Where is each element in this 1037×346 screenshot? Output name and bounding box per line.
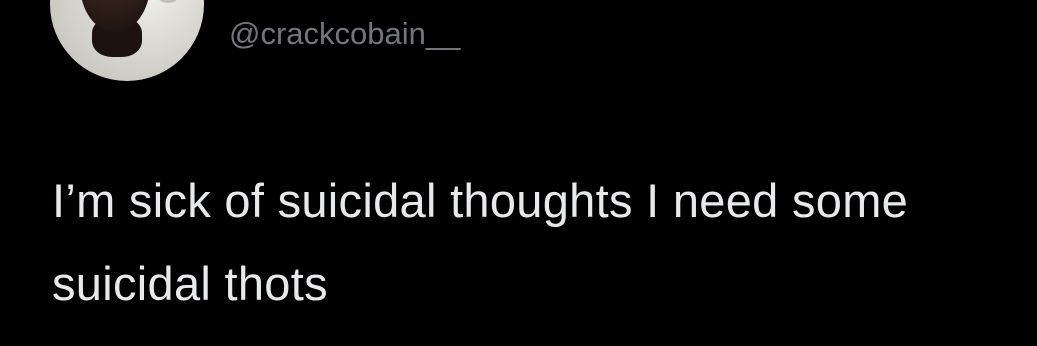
user-handle[interactable]: @crackcobain__ <box>229 14 460 54</box>
tweet-text: I’m sick of suicidal thoughts I need som… <box>52 174 922 310</box>
tweet-card: @crackcobain__ I’m sick of suicidal thou… <box>0 0 1037 346</box>
avatar[interactable] <box>50 0 204 81</box>
avatar-background-pattern <box>145 0 191 3</box>
